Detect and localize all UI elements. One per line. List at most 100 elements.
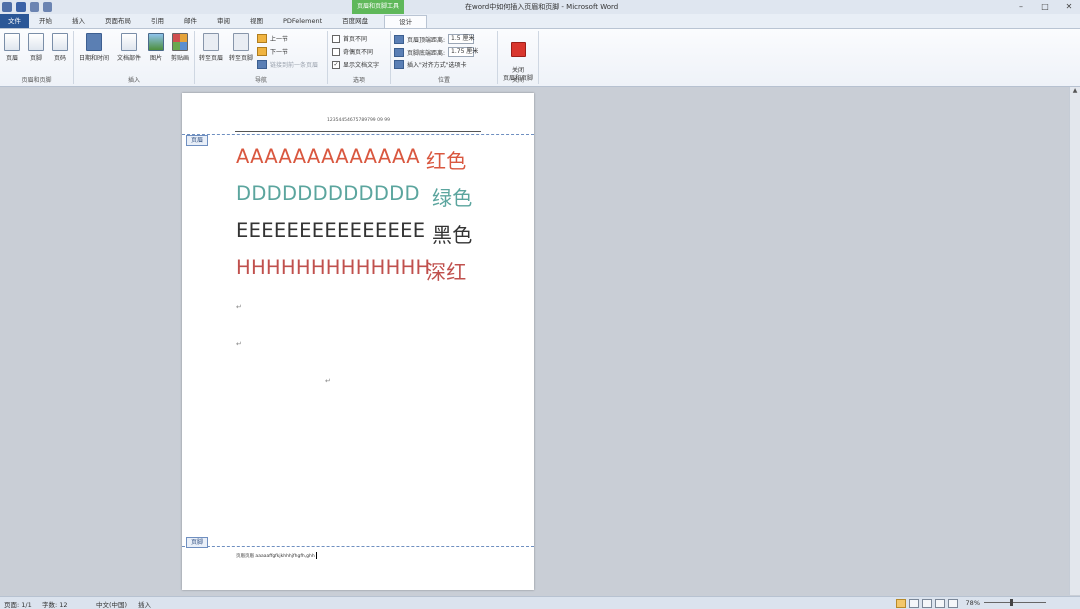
tab-baidu-netdisk[interactable]: 百度网盘 xyxy=(332,14,378,28)
link-icon xyxy=(257,60,267,69)
close-window-button[interactable]: ✕ xyxy=(1062,1,1076,12)
group-navigation: 转至页眉 转至页脚 上一节 下一节 链接到前一条页眉 导航 xyxy=(195,31,328,84)
tab-review[interactable]: 审阅 xyxy=(207,14,240,28)
view-buttons xyxy=(896,599,958,608)
header-content[interactable]: 12354454675789799 09 99 xyxy=(327,118,390,123)
different-odd-even-checkbox[interactable]: 奇偶页不同 xyxy=(332,47,373,56)
header-distance-row: 页眉顶端距离: 1.5 厘米 xyxy=(394,34,474,44)
close-icon xyxy=(510,42,526,57)
show-document-text-checkbox[interactable]: ✓ 显示文档文字 xyxy=(332,60,379,69)
clip-art-icon xyxy=(172,33,188,51)
group-label-insert: 插入 xyxy=(127,77,140,84)
context-tab-header: 页眉和页脚工具 xyxy=(352,0,404,14)
group-label-position: 位置 xyxy=(437,77,450,84)
document-page[interactable]: 12354454675789799 09 99 页眉 AAAAAAAAAAAAA… xyxy=(182,93,534,590)
window-title: 在word中如何插入页眉和页脚 - Microsoft Word xyxy=(465,3,619,11)
tab-mailings[interactable]: 邮件 xyxy=(174,14,207,28)
text-cursor xyxy=(315,552,317,559)
previous-icon xyxy=(257,34,267,43)
goto-footer-button[interactable]: 转至页脚 xyxy=(227,33,255,62)
picture-icon xyxy=(148,33,164,51)
date-time-button[interactable]: 日期和时间 xyxy=(76,33,112,62)
zoom-slider[interactable] xyxy=(984,599,1046,606)
footer-distance-icon xyxy=(394,47,404,57)
picture-button[interactable]: 图片 xyxy=(144,33,168,62)
header-zone-tag: 页眉 xyxy=(186,135,209,146)
footer-boundary xyxy=(182,546,534,547)
group-label-close: 关闭 xyxy=(511,77,524,84)
scroll-up-icon[interactable]: ▲ xyxy=(1070,87,1080,96)
footer-button[interactable]: 页脚 xyxy=(24,33,48,62)
paragraph-mark: ↵ xyxy=(236,340,242,348)
ribbon: 页眉 页脚 页码 页眉和页脚 日期和时间 文档部件 图片 剪贴画 插入 转至页眉… xyxy=(0,29,1080,87)
paragraph-mark: ↵ xyxy=(236,303,242,311)
tab-design[interactable]: 设计 xyxy=(384,15,428,28)
quick-parts-button[interactable]: 文档部件 xyxy=(114,33,144,62)
footer-zone-tag: 页脚 xyxy=(186,537,209,548)
redo-icon[interactable] xyxy=(43,2,52,12)
group-close: 关闭 页眉和页脚 关闭 xyxy=(498,31,539,84)
body-line-3[interactable]: EEEEEEEEEEEEEEE 黑色 xyxy=(236,219,472,247)
tab-references[interactable]: 引用 xyxy=(141,14,174,28)
ribbon-tabs: 文件 开始 插入 页面布局 引用 邮件 审阅 视图 PDFelement 百度网… xyxy=(0,14,1080,29)
draft-view-icon[interactable] xyxy=(948,599,958,608)
header-distance-input[interactable]: 1.5 厘米 xyxy=(448,34,474,44)
web-layout-view-icon[interactable] xyxy=(922,599,932,608)
tab-view[interactable]: 视图 xyxy=(240,14,273,28)
tab-file[interactable]: 文件 xyxy=(0,14,29,28)
outline-view-icon[interactable] xyxy=(935,599,945,608)
save-icon[interactable] xyxy=(16,2,26,12)
print-layout-view-icon[interactable] xyxy=(896,599,906,608)
status-bar: 页面: 1/1 字数: 12 中文(中国) 插入 78% xyxy=(0,596,1080,609)
tab-insert[interactable]: 插入 xyxy=(62,14,95,28)
link-to-previous-button[interactable]: 链接到前一条页眉 xyxy=(257,60,318,69)
goto-header-button[interactable]: 转至页眉 xyxy=(197,33,225,62)
body-line-1[interactable]: AAAAAAAAAAAAA 红色 xyxy=(236,145,466,173)
footer-distance-row: 页脚底端距离: 1.75 厘米 xyxy=(394,47,478,57)
header-boundary xyxy=(182,134,534,135)
footer-icon xyxy=(28,33,44,51)
group-label-navigation: 导航 xyxy=(254,77,267,84)
zoom-slider-thumb[interactable] xyxy=(1010,599,1013,606)
body-line-4[interactable]: HHHHHHHHHHHHH 深红 xyxy=(236,256,466,284)
word-app-icon[interactable] xyxy=(2,2,12,12)
tab-pdfelement[interactable]: PDFelement xyxy=(273,14,332,28)
alignment-tab-icon xyxy=(394,60,404,69)
tab-page-layout[interactable]: 页面布局 xyxy=(95,14,141,28)
maximize-button[interactable]: □ xyxy=(1038,1,1052,12)
header-icon xyxy=(4,33,20,51)
group-label-options: 选项 xyxy=(352,77,365,84)
checkbox-checked: ✓ xyxy=(332,60,340,69)
undo-icon[interactable] xyxy=(30,2,39,12)
next-section-button[interactable]: 下一节 xyxy=(257,47,288,56)
minimize-button[interactable]: – xyxy=(1014,1,1028,12)
goto-footer-icon xyxy=(233,33,249,51)
quick-access-toolbar xyxy=(2,2,52,12)
zoom-level[interactable]: 78% xyxy=(966,599,980,607)
footer-distance-input[interactable]: 1.75 厘米 xyxy=(448,47,478,57)
group-header-footer: 页眉 页脚 页码 页眉和页脚 xyxy=(0,31,74,84)
group-label-header-footer: 页眉和页脚 xyxy=(21,77,52,84)
quick-parts-icon xyxy=(121,33,137,51)
page-number-button[interactable]: 页码 xyxy=(48,33,72,62)
header-underline xyxy=(235,131,481,132)
goto-header-icon xyxy=(203,33,219,51)
clip-art-button[interactable]: 剪贴画 xyxy=(168,33,192,62)
footer-content[interactable]: 页眉页眉 aaaaaffgfkjkhhhjfhgfh,ghh xyxy=(236,552,317,559)
title-bar: 页眉和页脚工具 在word中如何插入页眉和页脚 - Microsoft Word… xyxy=(0,0,1080,15)
different-first-page-checkbox[interactable]: 首页不同 xyxy=(332,34,367,43)
checkbox-box xyxy=(332,47,340,56)
checkbox-box xyxy=(332,34,340,43)
insert-alignment-tab-button[interactable]: 插入"对齐方式"选项卡 xyxy=(394,60,467,69)
header-button[interactable]: 页眉 xyxy=(0,33,24,62)
full-screen-view-icon[interactable] xyxy=(909,599,919,608)
body-line-2[interactable]: DDDDDDDDDDDD 绿色 xyxy=(236,182,472,210)
previous-section-button[interactable]: 上一节 xyxy=(257,34,288,43)
vertical-scrollbar[interactable]: ▲ xyxy=(1069,87,1080,595)
group-insert: 日期和时间 文档部件 图片 剪贴画 插入 xyxy=(74,31,195,84)
page-number-icon xyxy=(52,33,68,51)
tab-home[interactable]: 开始 xyxy=(29,14,62,28)
calendar-icon xyxy=(86,33,102,51)
window-controls: – □ ✕ xyxy=(1014,1,1076,12)
header-distance-icon xyxy=(394,34,404,44)
